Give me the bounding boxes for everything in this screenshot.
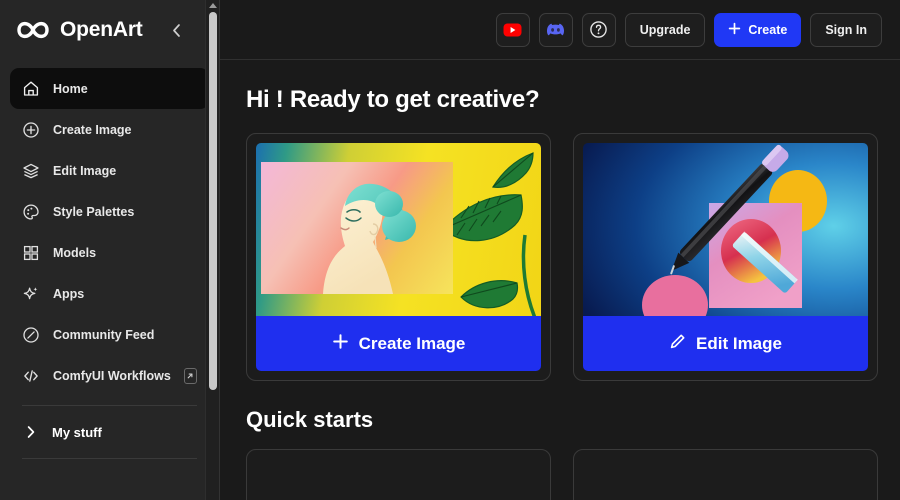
create-button-label: Create [748,22,788,37]
topbar: Upgrade Create Sign In [220,0,900,60]
app-root: OpenArt Home Create Image Edit Image Sty… [0,0,900,500]
content-area: Hi ! Ready to get creative? Create Image… [220,60,900,500]
upgrade-button[interactable]: Upgrade [624,12,706,47]
edit-image-card[interactable]: Edit Image [573,133,878,381]
sidebar-item-apps[interactable]: Apps [10,273,209,314]
youtube-icon[interactable] [495,12,530,47]
sidebar-item-label: Community Feed [53,327,155,342]
scrollbar-thumb[interactable] [209,12,217,390]
chevron-left-icon[interactable] [165,19,187,41]
sidebar-item-label: ComfyUI Workflows [53,368,171,383]
sidebar-divider-top [22,405,197,406]
sidebar-item-models[interactable]: Models [10,232,209,273]
layers-icon [22,162,40,180]
sidebar-section-my-stuff[interactable]: My stuff [10,415,209,449]
quick-start-card[interactable] [573,449,878,500]
edit-image-cta-label: Edit Image [696,333,782,353]
quick-starts-row [246,449,900,500]
palette-icon [22,203,40,221]
edit-image-cta[interactable]: Edit Image [583,316,868,371]
sidebar-item-label: Models [53,245,97,260]
infinity-logo-icon [16,18,50,42]
question-circle-icon[interactable] [581,12,616,47]
external-link-icon[interactable] [183,367,197,384]
scroll-up-arrow-icon[interactable] [209,3,217,8]
sidebar-item-label: Style Palettes [53,204,135,219]
sidebar-item-style-palettes[interactable]: Style Palettes [10,191,209,232]
pencil-icon [669,333,686,355]
discord-icon[interactable] [538,12,573,47]
plus-circle-icon [22,121,40,139]
create-image-cta-label: Create Image [358,333,466,353]
chevron-right-icon [22,423,40,441]
create-image-card[interactable]: Create Image [246,133,551,381]
main-content: Upgrade Create Sign In Hi ! Ready to get… [220,0,900,500]
my-stuff-label: My stuff [52,424,102,440]
sidebar-item-label: Apps [53,286,85,301]
sidebar-nav: Home Create Image Edit Image Style Palet… [0,60,219,459]
sidebar-item-comfyui-workflows[interactable]: ComfyUI Workflows [10,355,209,396]
sidebar-item-label: Home [53,81,88,96]
feature-cards: Create Image Edit Image [246,133,900,381]
code-icon [22,367,40,385]
sidebar-item-create-image[interactable]: Create Image [10,109,209,150]
sidebar-scrollbar[interactable] [205,0,219,500]
compass-icon [22,326,40,344]
sidebar-item-edit-image[interactable]: Edit Image [10,150,209,191]
sidebar-item-label: Create Image [53,122,132,137]
home-icon [22,80,40,98]
edit-image-artwork [583,143,868,317]
plus-icon [332,333,349,355]
create-image-artwork [256,143,541,317]
brand-header: OpenArt [0,0,219,60]
plus-icon [728,22,741,38]
sign-in-button[interactable]: Sign In [810,12,882,47]
brand-name: OpenArt [60,18,143,41]
grid-icon [22,244,40,262]
pen-and-shapes-illustration [642,144,827,317]
create-button[interactable]: Create [714,12,802,47]
woman-portrait-illustration [261,162,453,294]
quick-start-card[interactable] [246,449,551,500]
sparkle-icon [22,285,40,303]
quick-starts-title: Quick starts [246,407,374,432]
create-image-cta[interactable]: Create Image [256,316,541,371]
sidebar-item-home[interactable]: Home [10,68,209,109]
sidebar-item-community-feed[interactable]: Community Feed [10,314,209,355]
sidebar: OpenArt Home Create Image Edit Image Sty… [0,0,220,500]
page-title: Hi ! Ready to get creative? [246,86,540,113]
sidebar-divider-bottom [22,458,197,459]
sidebar-item-label: Edit Image [53,163,117,178]
